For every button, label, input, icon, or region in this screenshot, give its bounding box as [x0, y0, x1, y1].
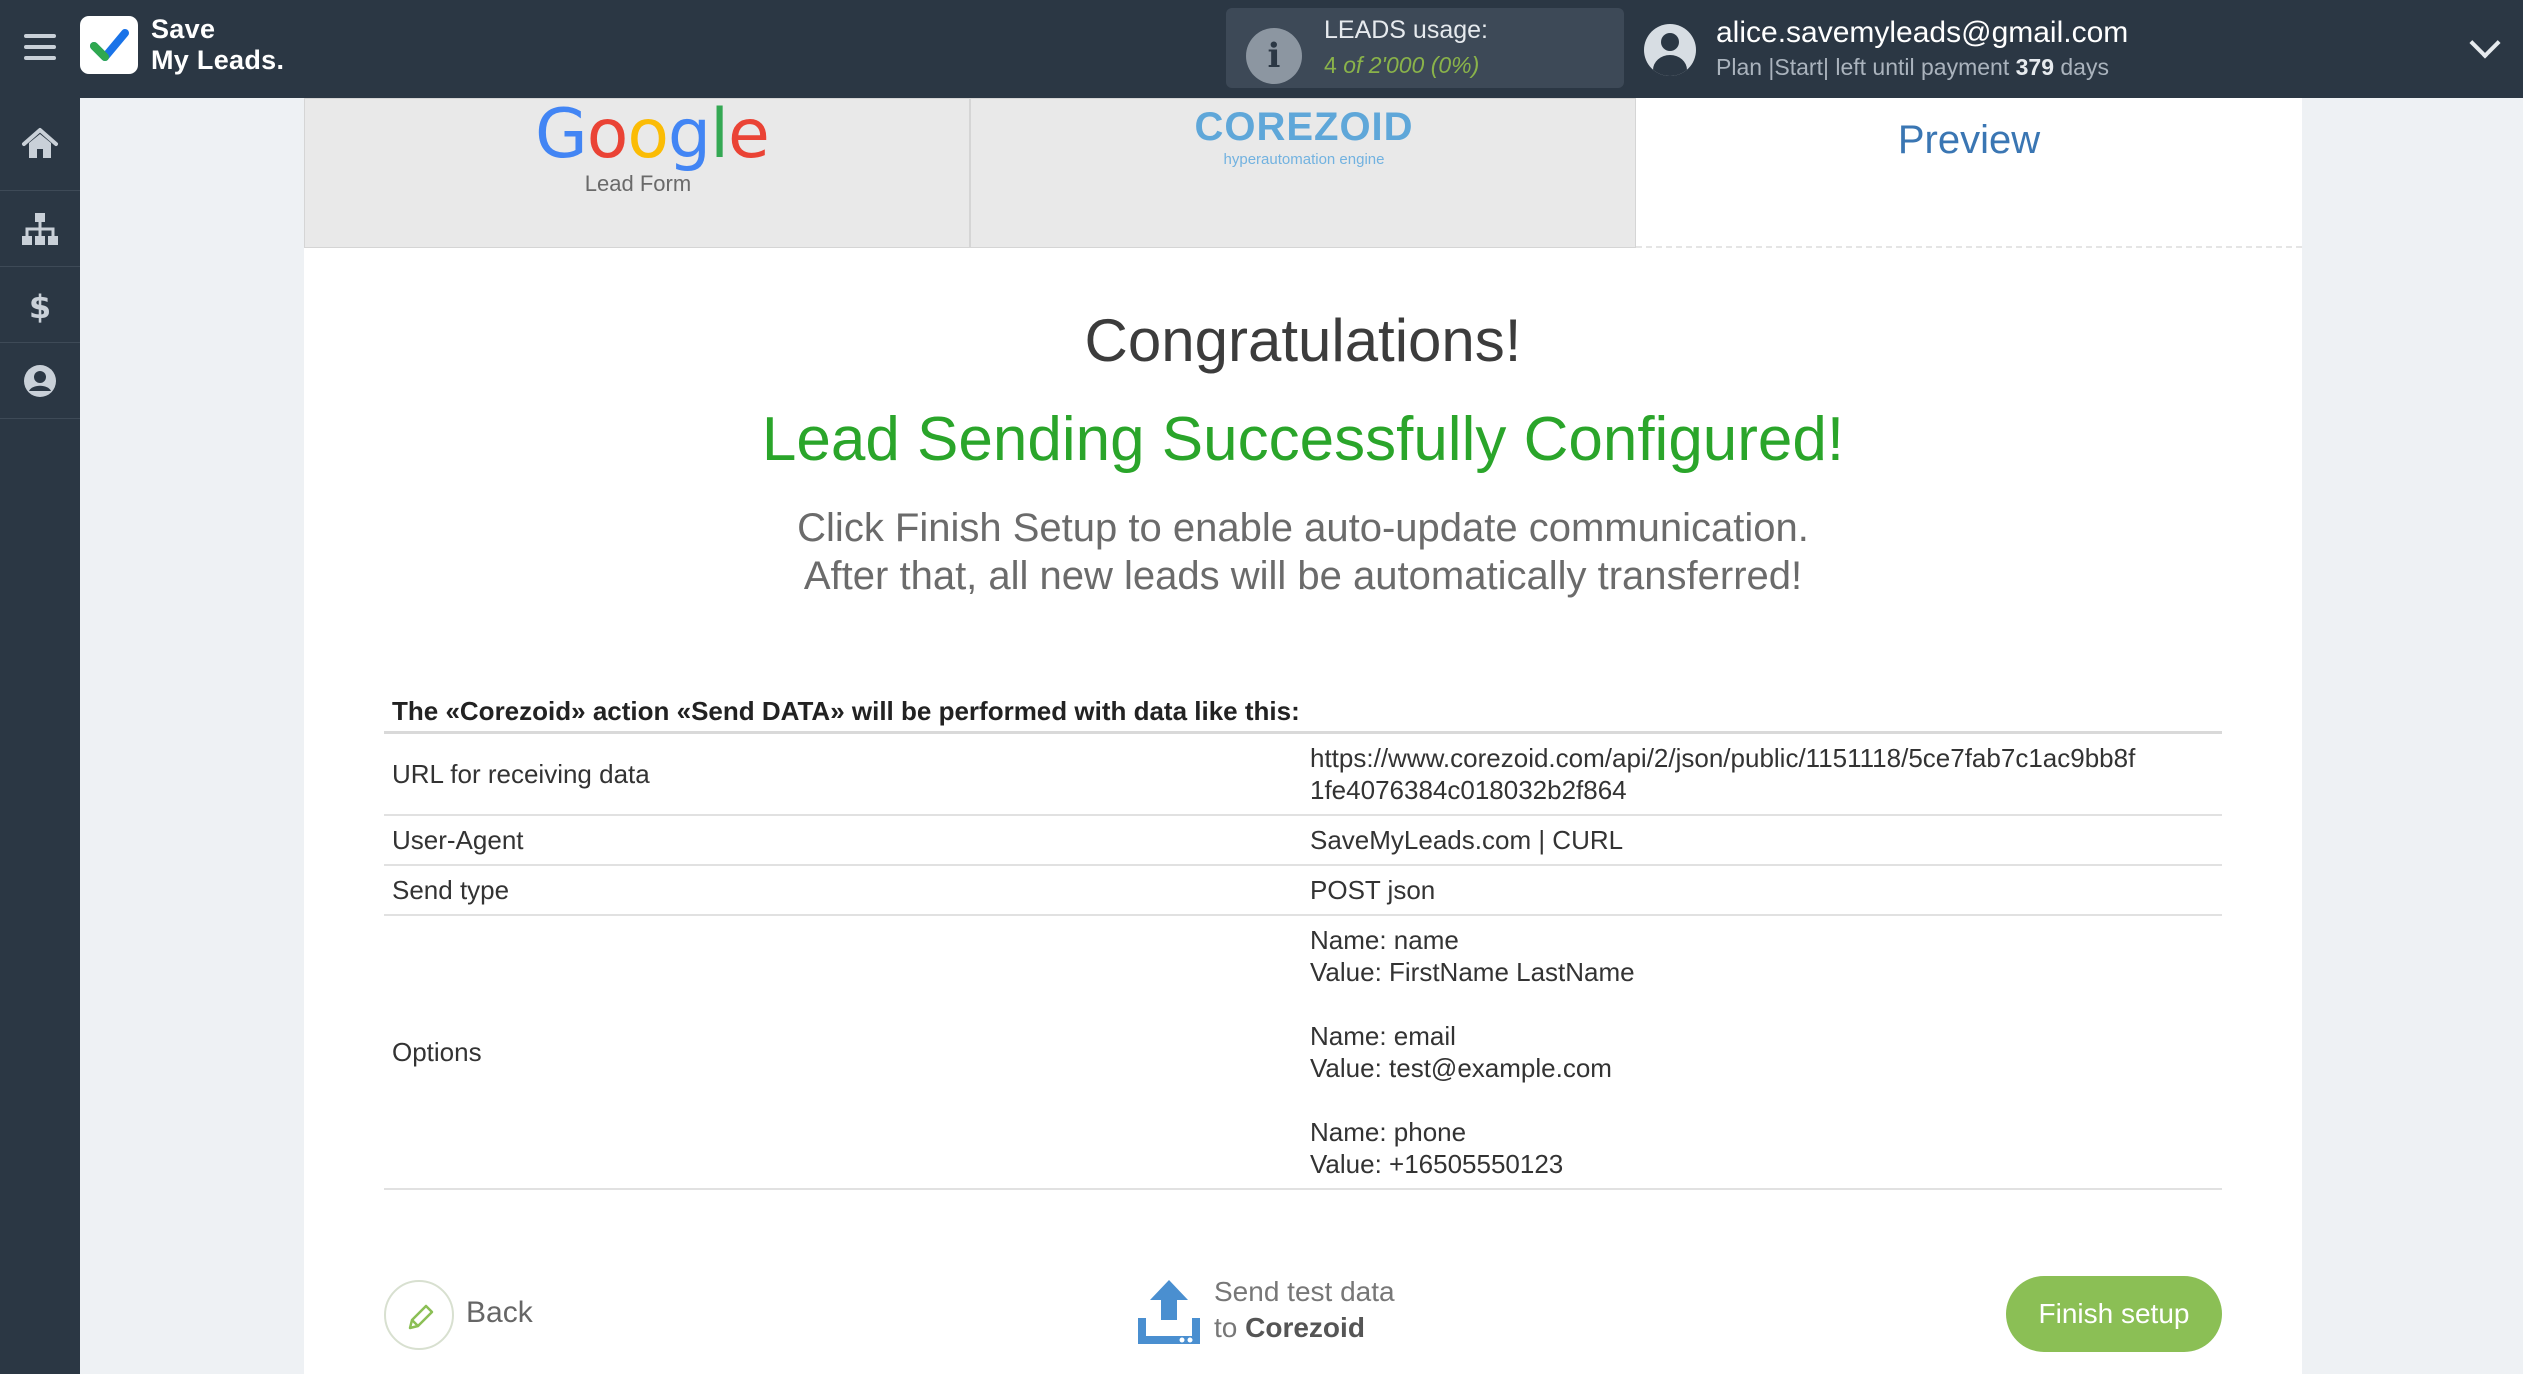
option-value: Value: FirstName LastName — [1310, 957, 1635, 987]
usage-total: 2'000 — [1368, 52, 1425, 78]
data-preview-table: The «Corezoid» action «Send DATA» will b… — [384, 688, 2222, 1190]
home-icon — [22, 128, 58, 158]
top-bar: Save My Leads. i LEADS usage: 4 of 2'000… — [0, 0, 2523, 98]
congrats-heading: Congratulations! — [1084, 307, 1522, 374]
back-button[interactable] — [384, 1280, 454, 1350]
row-key: URL for receiving data — [392, 758, 650, 789]
instructions-line1: Click Finish Setup to enable auto-update… — [797, 506, 1809, 550]
instructions-line2: After that, all new leads will be automa… — [803, 554, 1803, 598]
google-logo: Google — [535, 95, 770, 174]
usage-title: LEADS usage: — [1324, 16, 1488, 44]
table-heading: The «Corezoid» action «Send DATA» will b… — [384, 688, 2222, 734]
row-value: Name: name Value: FirstName LastName Nam… — [1302, 916, 2222, 1188]
logo-line2: My Leads. — [151, 45, 285, 75]
leads-usage-panel: i LEADS usage: 4 of 2'000 (0%) — [1226, 8, 1624, 88]
finish-setup-button[interactable]: Finish setup — [2006, 1276, 2222, 1352]
send-test-data-button[interactable]: Send test data to Corezoid — [1136, 1276, 1396, 1356]
option-value: Value: test@example.com — [1310, 1053, 1612, 1083]
table-row: Send type POST json — [384, 866, 2222, 916]
upload-icon — [1138, 1280, 1200, 1344]
row-key: Options — [392, 1036, 482, 1067]
corezoid-sub-label: hyperautomation engine — [1223, 151, 1385, 168]
option-name: Name: phone — [1310, 1117, 1467, 1147]
pencil-icon — [408, 1304, 434, 1330]
days-suffix: days — [2060, 54, 2109, 80]
google-sub-label: Lead Form — [584, 171, 692, 196]
logo-icon[interactable] — [80, 16, 138, 74]
option-name: Name: email — [1310, 1021, 1456, 1051]
tab-preview[interactable]: Preview — [1636, 98, 2302, 248]
row-value: https://www.corezoid.com/api/2/json/publ… — [1302, 734, 2222, 814]
sidebar-item-account[interactable] — [0, 343, 80, 419]
avatar[interactable] — [1644, 24, 1696, 76]
option-name: Name: name — [1310, 925, 1459, 955]
url-line2: 1fe4076384c018032b2f864 — [1310, 775, 1627, 805]
setup-card: Google Lead Form COREZOID hyperautomatio… — [304, 95, 2302, 1374]
user-email[interactable]: alice.savemyleads@gmail.com — [1716, 16, 2128, 50]
user-plan: Plan |Start| left until payment 379 days — [1716, 54, 2109, 81]
logo-line1: Save — [151, 14, 216, 44]
menu-icon[interactable] — [24, 34, 56, 62]
send-test-prefix: to — [1214, 1312, 1238, 1343]
chevron-down-icon[interactable] — [2469, 27, 2501, 59]
sitemap-icon — [22, 212, 58, 245]
info-icon: i — [1246, 28, 1302, 84]
usage-count: 4 of 2'000 (0%) — [1324, 52, 1479, 79]
usage-percent: (0%) — [1430, 52, 1480, 78]
preview-label: Preview — [1897, 118, 2041, 162]
option-gap — [1310, 1084, 2214, 1116]
sidebar-item-connections[interactable] — [0, 191, 80, 267]
send-test-line2: to Corezoid — [1214, 1312, 1365, 1344]
success-heading: Lead Sending Successfully Configured! — [761, 405, 1845, 474]
option-gap — [1310, 988, 2214, 1020]
row-key: Send type — [392, 874, 510, 905]
send-test-line1: Send test data — [1214, 1276, 1395, 1307]
instructions: Click Finish Setup to enable auto-update… — [304, 504, 2302, 600]
option-value: Value: +16505550123 — [1310, 1149, 1564, 1179]
sidebar-item-home[interactable] — [0, 98, 80, 191]
row-value: SaveMyLeads.com | CURL — [1310, 825, 1624, 855]
corezoid-logo: COREZOID — [1194, 105, 1414, 149]
dollar-icon: $ — [29, 288, 51, 325]
app-logo-text[interactable]: Save My Leads. — [151, 14, 284, 76]
plan-prefix: Plan |Start| left until payment — [1716, 54, 2010, 80]
user-circle-icon — [24, 364, 56, 397]
sidebar-item-billing[interactable]: $ — [0, 267, 80, 343]
table-row: User-Agent SaveMyLeads.com | CURL — [384, 816, 2222, 866]
usage-of: of — [1343, 52, 1363, 78]
table-row: URL for receiving data https://www.corez… — [384, 734, 2222, 816]
url-line1: https://www.corezoid.com/api/2/json/publ… — [1310, 743, 2136, 773]
back-label[interactable]: Back — [466, 1296, 533, 1330]
sidebar: $ — [0, 98, 80, 1374]
table-row: Options Name: name Value: FirstName Last… — [384, 916, 2222, 1190]
days-left: 379 — [2015, 54, 2054, 80]
svg-text:$: $ — [29, 288, 51, 325]
usage-used: 4 — [1324, 52, 1337, 78]
tab-google-lead-form[interactable]: Google Lead Form — [304, 95, 970, 248]
row-key: User-Agent — [392, 824, 524, 855]
tab-corezoid[interactable]: COREZOID hyperautomation engine — [970, 98, 1636, 248]
row-value: POST json — [1310, 875, 1436, 905]
send-test-target: Corezoid — [1245, 1312, 1365, 1343]
